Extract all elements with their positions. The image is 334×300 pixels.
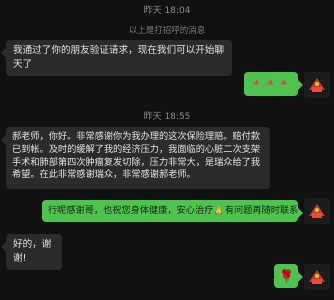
system-notice: 以上是打招呼的消息 <box>128 26 206 36</box>
user-avatar[interactable] <box>304 72 330 98</box>
outgoing-sticker[interactable]: 🌹 <box>274 264 303 288</box>
outgoing-message[interactable]: 行呢感谢哥，也祝您身体健康，安心治疗🙏有问题再随时联系 <box>42 200 303 222</box>
triangle-emoji: 🔺 <box>277 77 290 88</box>
incoming-message[interactable]: 我通过了你的朋友验证请求，现在我们可以开始聊天了 <box>1 40 232 76</box>
message-text: 行呢感谢哥，也祝您身体健康，安心治疗 <box>48 205 214 216</box>
message-text: 有问题再随时联系 <box>224 205 299 216</box>
timestamp-1: 昨天 18:04 <box>143 6 191 16</box>
incoming-message[interactable]: 郝老师，你好。非常感谢你为我办理的这次保险理赔。赔付款已到帐。及时的缓解了我的经… <box>1 127 270 189</box>
timestamp-2: 昨天 18:55 <box>143 112 191 122</box>
user-avatar[interactable] <box>304 198 330 224</box>
praying-hands-emoji: 🙏 <box>213 205 225 216</box>
user-avatar[interactable] <box>304 264 330 290</box>
triangle-emoji: 🔺 <box>263 77 276 88</box>
incoming-message[interactable]: 好的，谢谢! <box>1 234 62 270</box>
outgoing-emoji-message[interactable]: 🔺 🔺 🔺 <box>244 72 303 96</box>
triangle-emoji: 🔺 <box>250 77 262 88</box>
